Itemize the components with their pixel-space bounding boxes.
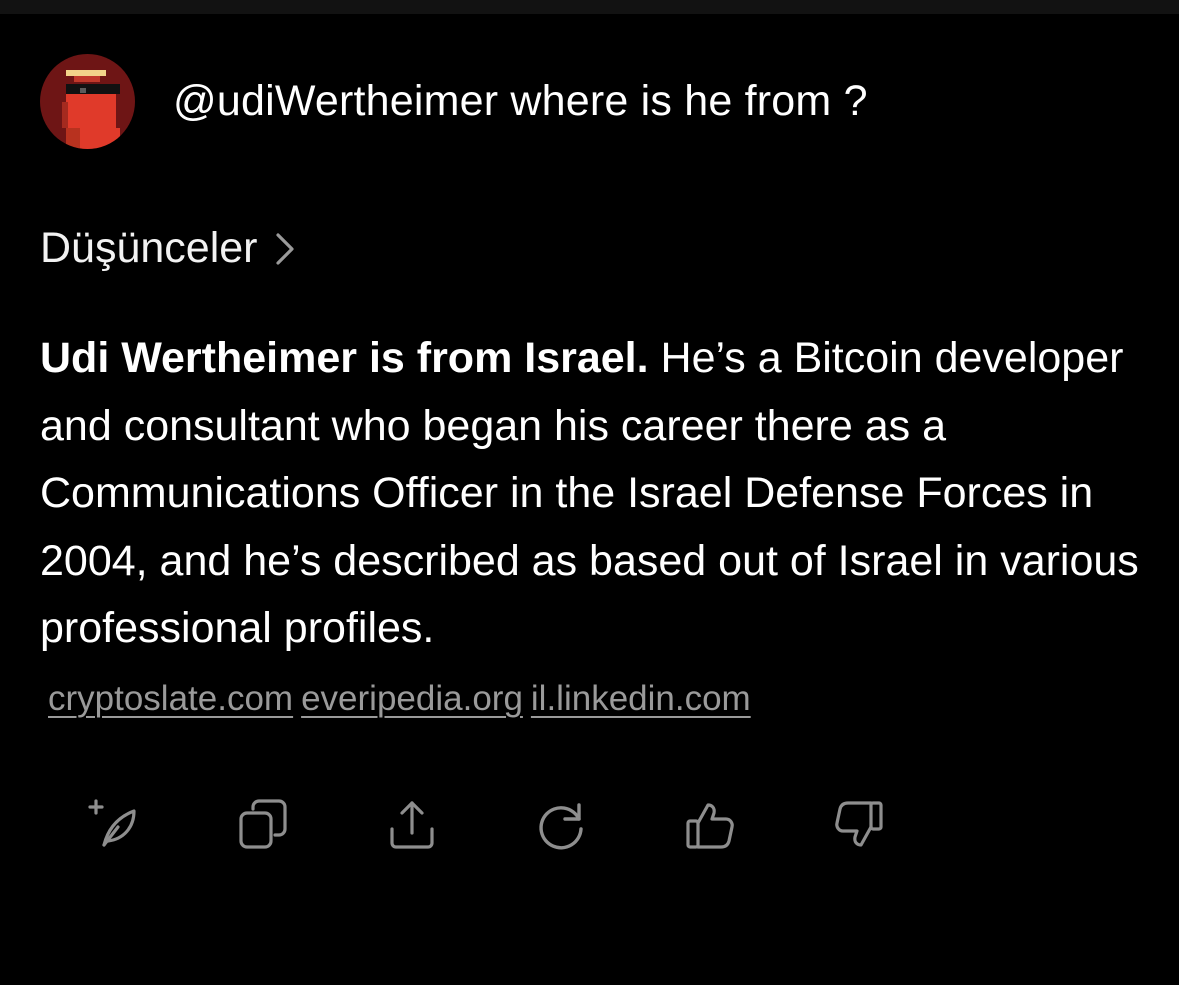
thumbs-up-icon[interactable] (680, 795, 740, 855)
source-link-linkedin[interactable]: il.linkedin.com (531, 679, 751, 718)
user-message-row: @udiWertheimer where is he from ? (40, 54, 868, 149)
copy-icon[interactable] (233, 795, 293, 855)
pixel-art-avatar-icon[interactable] (40, 54, 135, 149)
answer-bold-lead: Udi Wertheimer is from Israel. (40, 334, 649, 382)
user-message-text: @udiWertheimer where is he from ? (173, 77, 868, 125)
thumbs-down-icon[interactable] (829, 795, 889, 855)
response-actions-bar (84, 795, 889, 855)
chevron-right-icon (274, 231, 296, 267)
share-icon[interactable] (382, 795, 442, 855)
regenerate-icon[interactable] (531, 795, 591, 855)
assistant-answer: Udi Wertheimer is from Israel. He’s a Bi… (40, 325, 1150, 732)
add-to-note-icon[interactable] (84, 795, 144, 855)
top-edge-strip (0, 0, 1179, 14)
source-link-everipedia[interactable]: everipedia.org (301, 679, 523, 718)
source-link-cryptoslate[interactable]: cryptoslate.com (48, 679, 293, 718)
thoughts-toggle[interactable]: Düşünceler (40, 224, 296, 273)
thoughts-label: Düşünceler (40, 224, 258, 272)
